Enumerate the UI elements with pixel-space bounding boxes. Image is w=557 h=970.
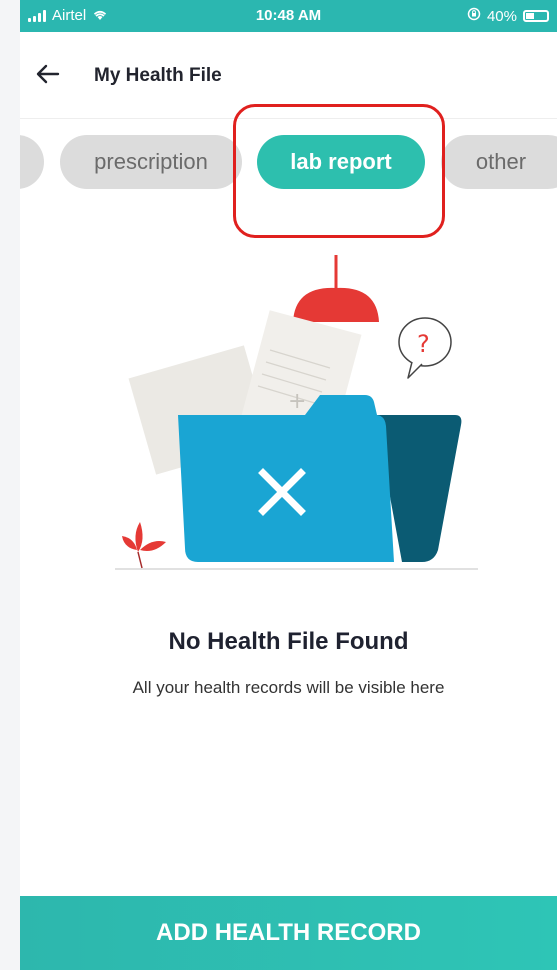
svg-text:+: + xyxy=(288,389,306,414)
app-screen: Airtel 10:48 AM 40% My Health File presc… xyxy=(20,0,557,970)
status-bar: Airtel 10:48 AM 40% xyxy=(20,0,557,32)
empty-folder-illustration: + ? xyxy=(115,255,478,570)
add-health-record-button[interactable]: ADD HEALTH RECORD xyxy=(20,896,557,970)
empty-state-subtitle: All your health records will be visible … xyxy=(132,678,445,697)
svg-text:?: ? xyxy=(417,330,430,358)
battery-icon xyxy=(523,10,549,22)
back-arrow-icon[interactable] xyxy=(34,60,62,88)
empty-state-title: No Health File Found xyxy=(168,628,409,655)
page-title: My Health File xyxy=(94,65,222,86)
tab-prescription[interactable]: prescription xyxy=(60,135,242,189)
question-bubble-icon: ? xyxy=(398,317,452,379)
folder-front xyxy=(178,395,394,562)
rotation-lock-icon xyxy=(467,7,481,25)
tab-other-label: other xyxy=(475,149,527,174)
plant-icon xyxy=(122,522,166,569)
battery-percent: 40% xyxy=(486,7,517,25)
tab-other[interactable]: other xyxy=(441,135,557,189)
lamp-shade xyxy=(293,287,379,322)
tab-partial-left[interactable] xyxy=(20,135,44,189)
status-right: 40% xyxy=(467,7,549,25)
highlight-box xyxy=(233,104,445,238)
tab-prescription-label: prescription xyxy=(94,149,208,174)
